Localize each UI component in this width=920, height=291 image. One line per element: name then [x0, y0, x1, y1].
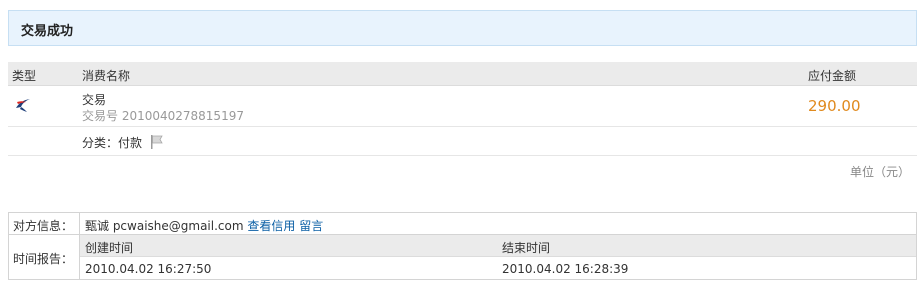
currency-unit: 单位（元） [849, 165, 910, 179]
leave-message-link[interactable]: 留言 [299, 219, 323, 233]
details-table: 对方信息： 甄诚 pcwaishe@gmail.com 查看信用 留言 时间报告… [8, 212, 917, 280]
transaction-number: 交易号 2010040278815197 [82, 109, 244, 123]
end-time-value: 2010.04.02 16:28:39 [502, 262, 629, 276]
counterparty-row: 对方信息： 甄诚 pcwaishe@gmail.com 查看信用 留言 [9, 213, 916, 235]
category-label: 分类：付款 [82, 136, 143, 150]
end-time-header: 结束时间 [502, 241, 551, 255]
category-row: 分类：付款 [8, 127, 917, 156]
counterparty-label: 对方信息： [13, 219, 74, 233]
swallow-logo-icon [16, 99, 30, 112]
transaction-table: 类型 消费名称 应付金额 交易 交易号 2010040278815197 290… [8, 62, 917, 156]
transaction-table-header: 类型 消费名称 应付金额 [8, 62, 917, 86]
time-report-header: 创建时间 结束时间 [80, 235, 916, 257]
counterparty-value: 甄诚 pcwaishe@gmail.com 查看信用 留言 [85, 217, 323, 234]
created-time-value: 2010.04.02 16:27:50 [85, 262, 212, 276]
transaction-name: 交易 [82, 93, 107, 107]
table-row: 交易 交易号 2010040278815197 290.00 [8, 86, 917, 127]
status-title-bar: 交易成功 [8, 10, 917, 46]
column-header-name: 消费名称 [82, 69, 131, 83]
column-header-amount: 应付金额 [808, 69, 857, 83]
counterparty-name: 甄诚 pcwaishe@gmail.com [85, 219, 244, 233]
created-time-header: 创建时间 [85, 241, 134, 255]
time-report-values: 2010.04.02 16:27:50 2010.04.02 16:28:39 [80, 257, 916, 279]
column-header-type: 类型 [12, 69, 37, 83]
view-credit-link[interactable]: 查看信用 [247, 219, 295, 233]
page-title: 交易成功 [21, 24, 74, 39]
transaction-amount: 290.00 [808, 97, 861, 115]
flag-icon[interactable] [149, 134, 165, 150]
time-report-label: 时间报告： [13, 252, 74, 266]
